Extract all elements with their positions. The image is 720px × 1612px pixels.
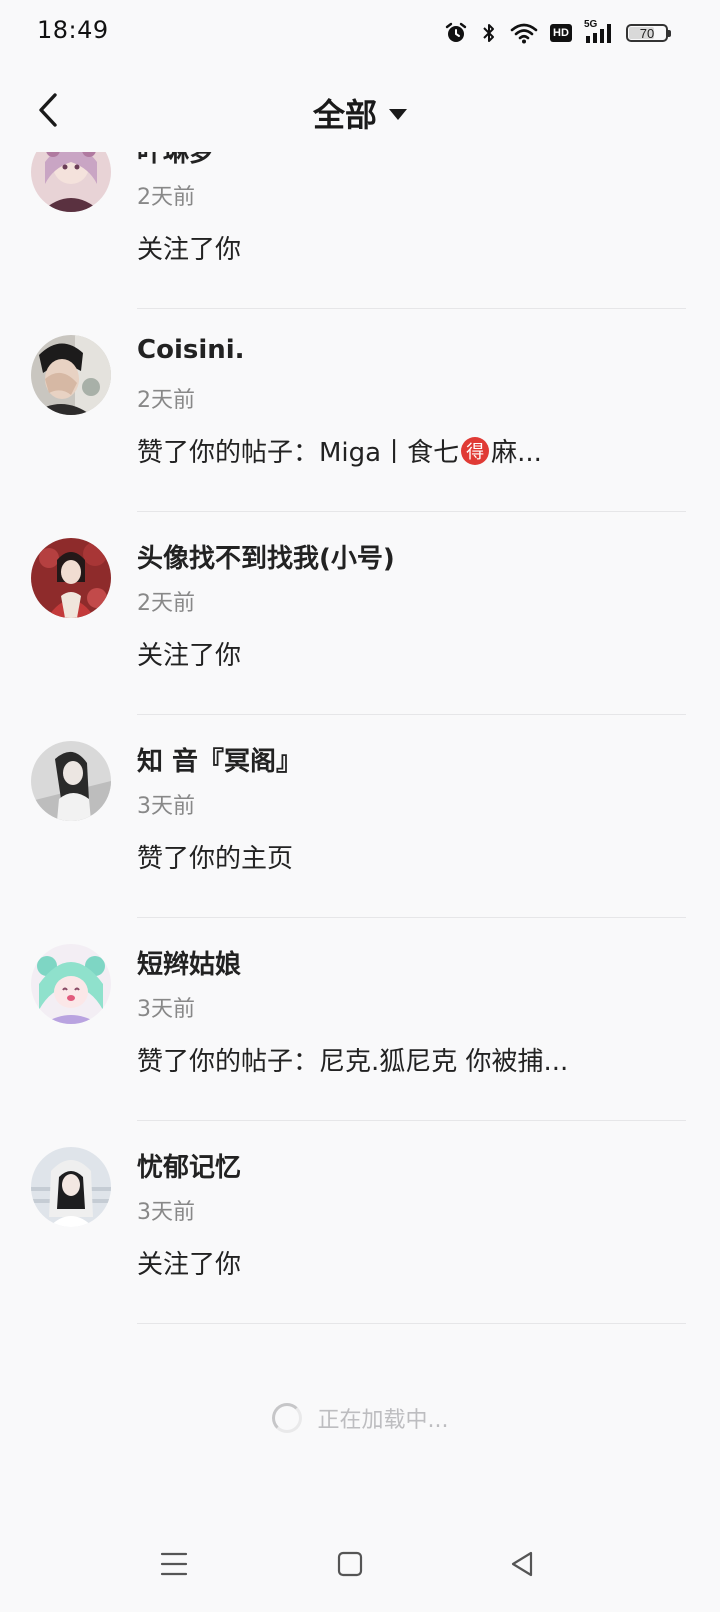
notification-text: 关注了你	[137, 1244, 241, 1281]
username[interactable]: 短辫姑娘	[137, 944, 241, 981]
home-square-icon	[337, 1551, 363, 1577]
filter-dropdown[interactable]: 全部	[0, 90, 720, 136]
avatar[interactable]	[31, 335, 111, 415]
username[interactable]: Coisini.	[137, 335, 245, 365]
notification-action-suffix: 麻...	[491, 438, 542, 468]
notification-item[interactable]: 忧郁记忆 3天前 关注了你	[0, 1121, 720, 1324]
notification-action: 赞了你的帖子：尼克.狐尼克 你被捕...	[137, 1047, 569, 1077]
spinner-icon	[271, 1403, 302, 1433]
divider	[137, 1323, 686, 1324]
notification-action: 关注了你	[137, 235, 242, 265]
page-title: 全部	[312, 96, 377, 134]
caret-down-icon	[389, 108, 407, 120]
username[interactable]: 头像找不到找我(小号)	[137, 538, 395, 575]
notification-item[interactable]: Coisini. 2天前 赞了你的帖子：Miga丨食七 得 麻...	[0, 309, 720, 512]
notification-text[interactable]: 赞了你的帖子：Miga丨食七 得 麻...	[137, 432, 542, 469]
alarm-icon	[444, 21, 468, 45]
timestamp: 3天前	[137, 1200, 195, 1225]
notification-item[interactable]: 叶琳梦 2天前 关注了你	[0, 152, 720, 309]
timestamp: 2天前	[137, 388, 195, 413]
system-nav-bar	[0, 1530, 720, 1612]
loading-indicator: 正在加载中...	[0, 1402, 720, 1434]
notification-text[interactable]: 赞了你的帖子：尼克.狐尼克 你被捕...	[137, 1041, 568, 1078]
timestamp: 2天前	[137, 185, 195, 210]
username[interactable]: 忧郁记忆	[137, 1147, 241, 1184]
notification-action: 关注了你	[137, 1250, 242, 1280]
avatar[interactable]	[31, 1147, 111, 1227]
notification-text: 关注了你	[137, 229, 241, 266]
status-bar: 18:49 HD 5G 70	[0, 0, 720, 64]
notification-text: 关注了你	[137, 635, 241, 672]
menu-button[interactable]	[146, 1542, 202, 1586]
avatar[interactable]	[31, 152, 111, 212]
notification-text: 赞了你的主页	[137, 838, 293, 875]
wifi-icon	[510, 21, 538, 45]
menu-icon	[160, 1552, 188, 1576]
back-triangle-icon	[511, 1551, 533, 1577]
loading-text: 正在加载中...	[317, 1408, 449, 1433]
notification-item[interactable]: 头像找不到找我(小号) 2天前 关注了你	[0, 512, 720, 715]
battery-icon: 70	[626, 24, 671, 42]
hd-icon: HD	[550, 24, 572, 42]
bluetooth-icon	[480, 21, 498, 45]
notification-action-prefix: 赞了你的帖子：Miga丨食七	[137, 438, 460, 468]
signal-5g-icon: 5G	[584, 19, 614, 45]
notification-item[interactable]: 知 音『冥阁』 3天前 赞了你的主页	[0, 715, 720, 918]
battery-level: 70	[639, 25, 655, 41]
status-icons: HD 5G 70	[444, 18, 671, 48]
home-button[interactable]	[322, 1542, 378, 1586]
notification-action: 关注了你	[137, 641, 242, 671]
notification-action: 赞了你的主页	[137, 844, 294, 874]
notification-item[interactable]: 短辫姑娘 3天前 赞了你的帖子：尼克.狐尼克 你被捕...	[0, 918, 720, 1121]
avatar[interactable]	[31, 741, 111, 821]
system-back-button[interactable]	[494, 1542, 550, 1586]
avatar[interactable]	[31, 944, 111, 1024]
de-badge-icon: 得	[461, 436, 490, 465]
status-time: 18:49	[37, 16, 109, 44]
username[interactable]: 叶琳梦	[137, 152, 215, 169]
timestamp: 2天前	[137, 591, 195, 616]
timestamp: 3天前	[137, 794, 195, 819]
avatar[interactable]	[31, 538, 111, 618]
timestamp: 3天前	[137, 997, 195, 1022]
header-bar: 全部	[0, 72, 720, 152]
notification-list[interactable]: 叶琳梦 2天前 关注了你 Coisini. 2天前 赞了你的帖子：Miga丨食七…	[0, 152, 720, 1336]
username[interactable]: 知 音『冥阁』	[137, 741, 302, 778]
